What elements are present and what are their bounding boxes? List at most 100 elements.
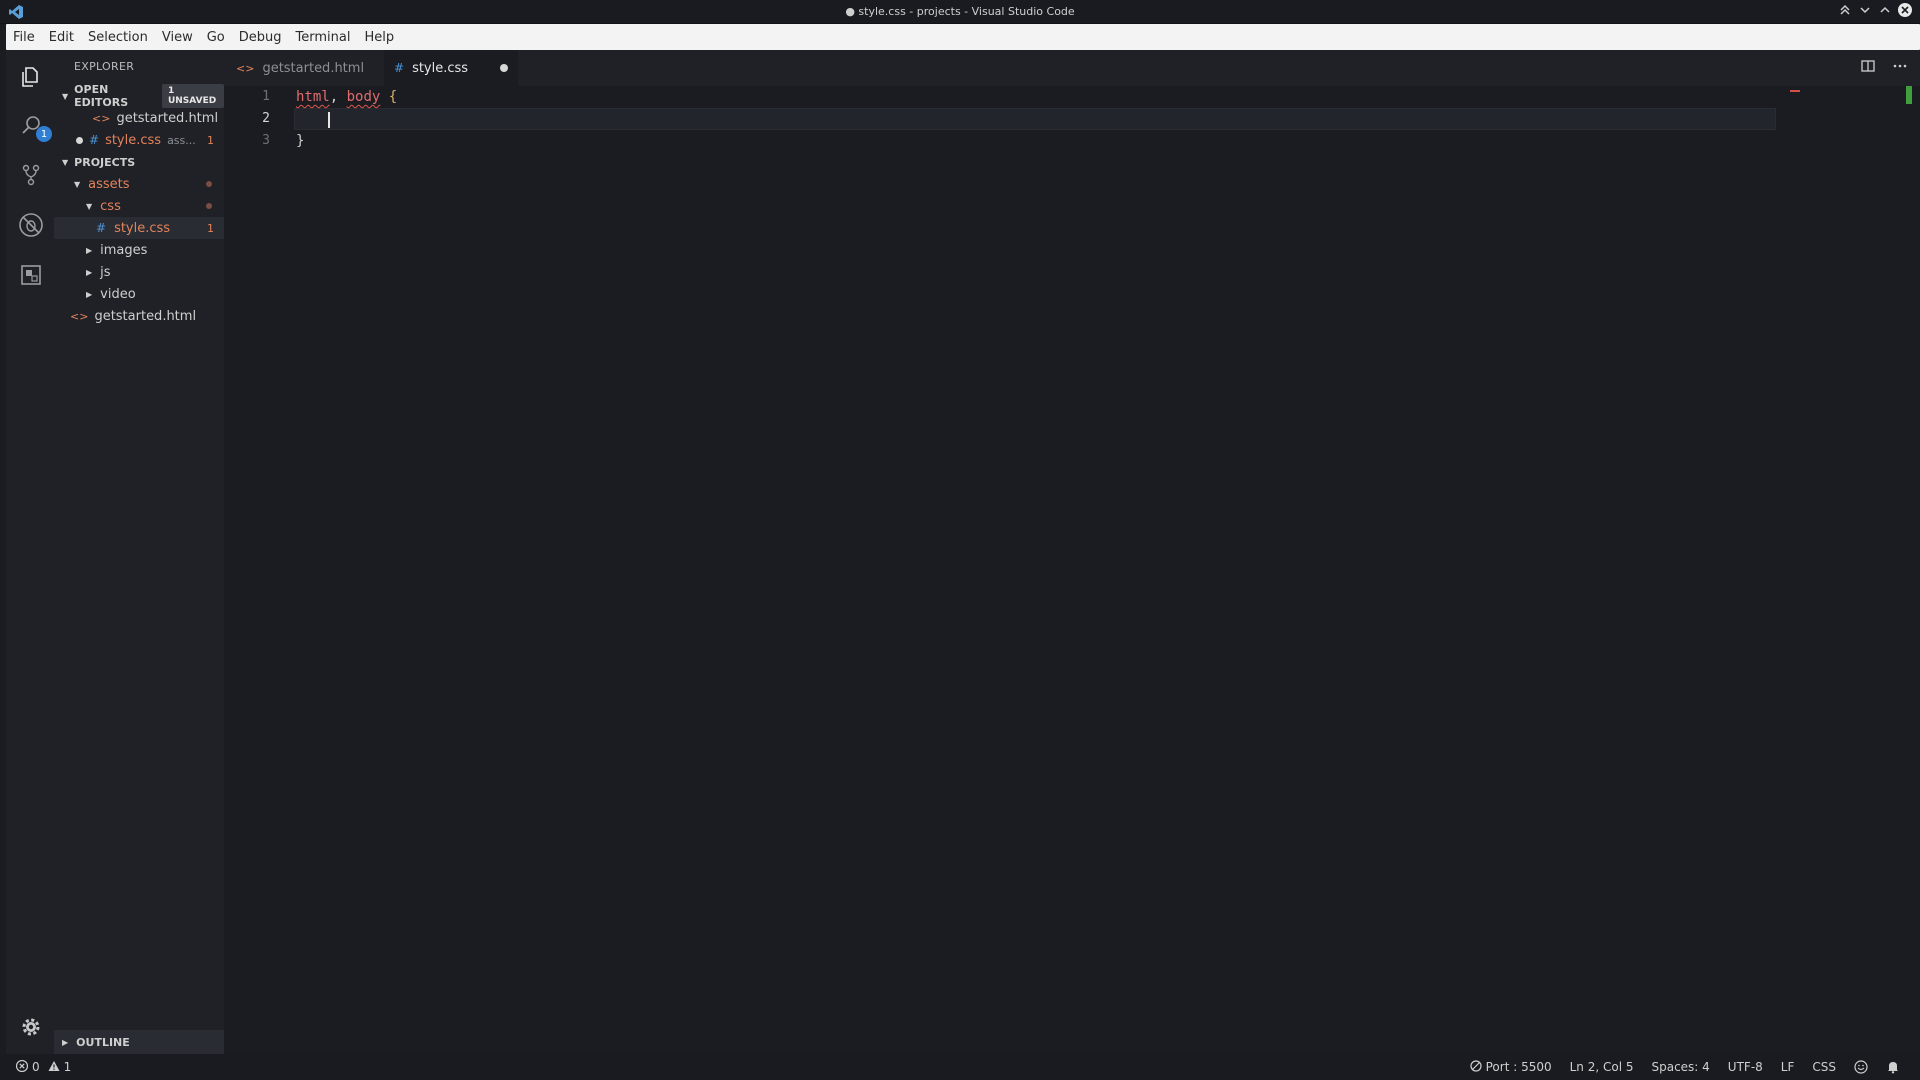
menu-bar: File Edit Selection View Go Debug Termin… <box>6 24 1920 50</box>
line-number: 2 <box>262 111 270 126</box>
maximize-icon[interactable] <box>1878 3 1892 17</box>
projects-label: PROJECTS <box>74 155 136 169</box>
css-file-icon: # <box>96 221 107 235</box>
html-file-icon: <> <box>70 309 89 323</box>
selector-comma: , <box>329 89 339 105</box>
tree-item-label: css <box>100 198 121 214</box>
tab-label: style.css <box>412 60 469 76</box>
overview-ruler-indicator[interactable] <box>1906 86 1912 104</box>
activity-bar: 1 <box>6 50 54 1054</box>
selector-html: html <box>296 89 330 105</box>
explorer-sidebar: EXPLORER ▼ OPEN EDITORS 1 UNSAVED <> get… <box>54 50 224 1054</box>
menu-help[interactable]: Help <box>357 30 401 45</box>
explorer-icon[interactable] <box>18 64 44 90</box>
cursor-position[interactable]: Ln 2, Col 5 <box>1570 1060 1634 1074</box>
chevron-down-icon: ▼ <box>86 201 93 211</box>
projects-header[interactable]: ▼ PROJECTS <box>54 151 224 173</box>
tree-item-label: assets <box>88 176 130 192</box>
open-editor-item[interactable]: <> getstarted.html <box>54 107 224 129</box>
chevron-right-icon: ▶ <box>86 245 93 255</box>
problem-count: 1 <box>207 133 214 147</box>
open-editors-header[interactable]: ▼ OPEN EDITORS 1 UNSAVED <box>54 83 224 109</box>
tree-folder-images[interactable]: ▶ images <box>54 239 224 261</box>
css-file-icon: # <box>89 133 100 147</box>
chevron-right-icon: ▶ <box>62 1037 69 1047</box>
outline-header[interactable]: ▶ OUTLINE <box>54 1030 224 1054</box>
minimize-icon[interactable] <box>1858 3 1872 17</box>
more-actions-icon[interactable] <box>1892 58 1908 78</box>
html-file-icon: <> <box>92 111 111 125</box>
selector-body: body <box>346 89 381 105</box>
warning-icon <box>48 1060 60 1075</box>
encoding[interactable]: UTF-8 <box>1728 1060 1763 1074</box>
tree-item-label: video <box>100 286 136 302</box>
tree-folder-js[interactable]: ▶ js <box>54 261 224 283</box>
problems-indicator[interactable]: 0 1 <box>15 1059 71 1075</box>
live-server-port[interactable]: Port : 5500 <box>1470 1059 1552 1075</box>
tree-file-getstarted[interactable]: <> getstarted.html <box>54 305 224 327</box>
editor-area: <> getstarted.html # style.css 1 2 3 htm… <box>224 50 1920 1054</box>
shade-up-icon[interactable] <box>1838 3 1852 17</box>
text-cursor <box>328 112 330 128</box>
modified-dot-icon <box>206 203 212 209</box>
no-entry-icon <box>1470 1059 1482 1075</box>
unsaved-dot-icon[interactable] <box>76 136 83 144</box>
line-number: 3 <box>262 133 270 148</box>
unsaved-badge: 1 UNSAVED <box>161 84 224 108</box>
error-count: 0 <box>32 1060 40 1074</box>
end-of-line[interactable]: LF <box>1781 1060 1795 1074</box>
menu-file[interactable]: File <box>6 30 42 45</box>
debug-icon[interactable] <box>18 212 44 238</box>
modified-dot-icon <box>206 181 212 187</box>
extensions-icon[interactable] <box>18 262 44 288</box>
error-icon <box>15 1059 29 1075</box>
title-bar: ● style.css - projects - Visual Studio C… <box>0 0 1920 24</box>
port-label: Port : 5500 <box>1485 1060 1552 1074</box>
open-editor-name: getstarted.html <box>116 110 219 126</box>
tree-item-label: style.css <box>114 220 171 236</box>
sidebar-title: EXPLORER <box>74 60 135 73</box>
feedback-smiley-icon[interactable] <box>1854 1060 1868 1074</box>
menu-go[interactable]: Go <box>200 30 232 45</box>
language-mode[interactable]: CSS <box>1812 1060 1836 1074</box>
tree-folder-video[interactable]: ▶ video <box>54 283 224 305</box>
window-title: ● style.css - projects - Visual Studio C… <box>845 5 1075 18</box>
unsaved-dot-icon[interactable] <box>500 64 508 72</box>
open-editor-name: style.css <box>105 132 162 148</box>
chevron-down-icon: ▼ <box>62 91 69 101</box>
chevron-right-icon: ▶ <box>86 289 93 299</box>
menu-edit[interactable]: Edit <box>42 30 81 45</box>
explorer-badge: 1 <box>36 126 52 142</box>
split-editor-icon[interactable] <box>1860 58 1876 78</box>
tree-item-label: getstarted.html <box>94 308 197 324</box>
open-editors-label: OPEN EDITORS <box>74 83 129 109</box>
menu-selection[interactable]: Selection <box>81 30 155 45</box>
chevron-right-icon: ▶ <box>86 267 93 277</box>
html-file-icon: <> <box>236 61 255 75</box>
code-line: } <box>296 130 304 152</box>
notifications-bell-icon[interactable] <box>1886 1060 1900 1074</box>
tab-getstarted-html[interactable]: <> getstarted.html <box>236 50 376 86</box>
css-file-icon: # <box>394 61 405 75</box>
menu-debug[interactable]: Debug <box>232 30 289 45</box>
problem-count: 1 <box>207 221 214 235</box>
menu-terminal[interactable]: Terminal <box>289 30 358 45</box>
tab-style-css[interactable]: # style.css <box>384 50 518 86</box>
tree-item-label: images <box>100 242 148 258</box>
menu-view[interactable]: View <box>155 30 200 45</box>
source-control-icon[interactable] <box>18 162 44 188</box>
settings-gear-icon[interactable] <box>18 1014 44 1040</box>
open-brace: { <box>388 89 398 105</box>
tree-folder-assets[interactable]: ▼ assets <box>54 173 224 195</box>
close-icon[interactable] <box>1898 3 1912 17</box>
open-editor-item[interactable]: # style.css ass... 1 <box>54 129 224 151</box>
chevron-down-icon: ▼ <box>74 179 81 189</box>
status-bar: 0 1 Port : 5500 Ln 2, Col 5 Spaces: 4 UT… <box>0 1054 1920 1080</box>
tree-item-label: js <box>100 264 111 280</box>
tree-file-style-css[interactable]: # style.css 1 <box>54 217 224 239</box>
tree-folder-css[interactable]: ▼ css <box>54 195 224 217</box>
chevron-down-icon: ▼ <box>62 157 69 167</box>
code-line: html, body { <box>296 86 397 108</box>
current-line-highlight <box>294 108 1776 130</box>
indentation[interactable]: Spaces: 4 <box>1651 1060 1709 1074</box>
